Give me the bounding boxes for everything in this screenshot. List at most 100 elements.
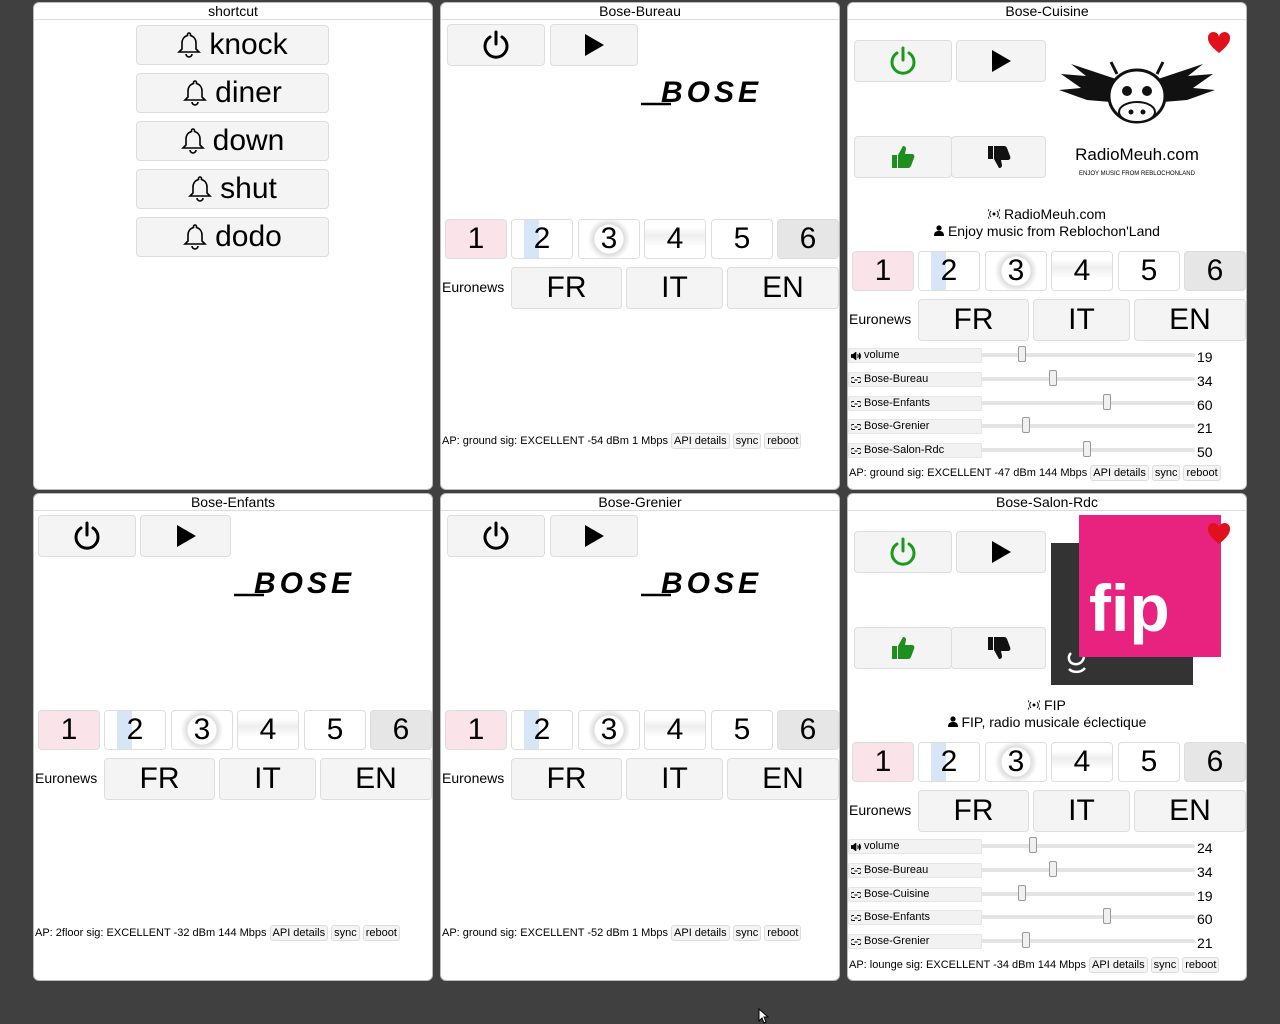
preset-5-button[interactable]: 5 — [711, 219, 773, 259]
power-button[interactable] — [38, 515, 136, 557]
shortcut-shut-button[interactable]: shut — [136, 169, 329, 209]
preset-3-button[interactable]: 3 — [985, 742, 1047, 782]
preset-4-button[interactable]: 4 — [1051, 251, 1113, 291]
preset-3-button[interactable]: 3 — [578, 710, 640, 750]
preset-4-button[interactable]: 4 — [237, 710, 299, 750]
like-button[interactable] — [854, 136, 952, 178]
preset-1-button[interactable]: 1 — [852, 742, 914, 782]
slider-thumb[interactable] — [1029, 837, 1037, 853]
euronews-it-button[interactable]: IT — [1033, 299, 1130, 341]
euronews-it-button[interactable]: IT — [626, 267, 723, 309]
preset-2-button[interactable]: 2 — [918, 742, 980, 782]
preset-6-button[interactable]: 6 — [370, 710, 432, 750]
power-button[interactable] — [447, 24, 545, 66]
sync-button[interactable]: sync — [1151, 465, 1181, 481]
euronews-en-button[interactable]: EN — [320, 758, 432, 800]
reboot-button[interactable]: reboot — [764, 925, 802, 941]
reboot-button[interactable]: reboot — [764, 433, 802, 449]
zone-volume-slider[interactable] — [981, 908, 1195, 924]
api-details-button[interactable]: API details — [671, 433, 730, 449]
api-details-button[interactable]: API details — [671, 925, 730, 941]
preset-6-button[interactable]: 6 — [777, 710, 839, 750]
play-button[interactable] — [956, 40, 1046, 82]
euronews-fr-button[interactable]: FR — [918, 790, 1029, 832]
preset-4-button[interactable]: 4 — [644, 710, 706, 750]
preset-6-button[interactable]: 6 — [1184, 251, 1246, 291]
volume-slider[interactable] — [981, 346, 1195, 362]
preset-3-button[interactable]: 3 — [171, 710, 233, 750]
preset-1-button[interactable]: 1 — [852, 251, 914, 291]
play-button[interactable] — [140, 515, 231, 557]
euronews-fr-button[interactable]: FR — [918, 299, 1029, 341]
euronews-fr-button[interactable]: FR — [511, 758, 622, 800]
preset-3-button[interactable]: 3 — [578, 219, 640, 259]
slider-thumb[interactable] — [1022, 932, 1030, 948]
favorite-heart-icon[interactable] — [1205, 29, 1233, 57]
zone-volume-slider[interactable] — [981, 417, 1195, 433]
dislike-button[interactable] — [951, 136, 1046, 178]
play-button[interactable] — [956, 531, 1046, 573]
euronews-en-button[interactable]: EN — [727, 758, 839, 800]
sync-button[interactable]: sync — [1150, 957, 1180, 973]
preset-3-button[interactable]: 3 — [985, 251, 1047, 291]
zone-volume-slider[interactable] — [981, 861, 1195, 877]
sync-button[interactable]: sync — [732, 433, 762, 449]
power-button[interactable] — [854, 40, 952, 82]
reboot-button[interactable]: reboot — [1183, 465, 1221, 481]
euronews-it-button[interactable]: IT — [219, 758, 316, 800]
euronews-fr-button[interactable]: FR — [511, 267, 622, 309]
euronews-en-button[interactable]: EN — [727, 267, 839, 309]
play-button[interactable] — [550, 24, 638, 66]
favorite-heart-icon[interactable] — [1205, 520, 1233, 548]
euronews-en-button[interactable]: EN — [1134, 790, 1246, 832]
euronews-it-button[interactable]: IT — [626, 758, 723, 800]
api-details-button[interactable]: API details — [1089, 957, 1148, 973]
power-button[interactable] — [447, 515, 545, 557]
sync-button[interactable]: sync — [732, 925, 762, 941]
slider-thumb[interactable] — [1022, 417, 1030, 433]
shortcut-dodo-button[interactable]: dodo — [136, 217, 329, 257]
preset-1-button[interactable]: 1 — [445, 219, 507, 259]
euronews-en-button[interactable]: EN — [1134, 299, 1246, 341]
preset-2-button[interactable]: 2 — [511, 710, 573, 750]
preset-6-button[interactable]: 6 — [1184, 742, 1246, 782]
sync-button[interactable]: sync — [331, 925, 360, 941]
slider-thumb[interactable] — [1083, 441, 1091, 457]
slider-thumb[interactable] — [1018, 346, 1026, 362]
reboot-button[interactable]: reboot — [362, 925, 400, 941]
preset-2-button[interactable]: 2 — [511, 219, 573, 259]
preset-1-button[interactable]: 1 — [445, 710, 507, 750]
preset-5-button[interactable]: 5 — [304, 710, 366, 750]
preset-1-button[interactable]: 1 — [38, 710, 100, 750]
dislike-button[interactable] — [951, 627, 1046, 669]
reboot-button[interactable]: reboot — [1182, 957, 1220, 973]
volume-slider[interactable] — [981, 837, 1195, 853]
zone-volume-slider[interactable] — [981, 932, 1195, 948]
preset-5-button[interactable]: 5 — [711, 710, 773, 750]
api-details-button[interactable]: API details — [1090, 465, 1149, 481]
slider-thumb[interactable] — [1049, 370, 1057, 386]
euronews-it-button[interactable]: IT — [1033, 790, 1130, 832]
preset-4-button[interactable]: 4 — [1051, 742, 1113, 782]
preset-6-button[interactable]: 6 — [777, 219, 839, 259]
zone-volume-slider[interactable] — [981, 370, 1195, 386]
preset-2-button[interactable]: 2 — [104, 710, 166, 750]
preset-2-button[interactable]: 2 — [918, 251, 980, 291]
preset-4-button[interactable]: 4 — [644, 219, 706, 259]
slider-thumb[interactable] — [1103, 394, 1111, 410]
power-button[interactable] — [854, 531, 952, 573]
preset-5-button[interactable]: 5 — [1118, 251, 1180, 291]
zone-volume-slider[interactable] — [981, 441, 1195, 457]
zone-volume-slider[interactable] — [981, 394, 1195, 410]
play-button[interactable] — [550, 515, 638, 557]
shortcut-down-button[interactable]: down — [136, 121, 329, 161]
shortcut-diner-button[interactable]: diner — [136, 73, 329, 113]
slider-thumb[interactable] — [1103, 908, 1111, 924]
zone-volume-slider[interactable] — [981, 885, 1195, 901]
shortcut-knock-button[interactable]: knock — [136, 25, 329, 65]
api-details-button[interactable]: API details — [269, 925, 329, 941]
euronews-fr-button[interactable]: FR — [104, 758, 215, 800]
slider-thumb[interactable] — [1049, 861, 1057, 877]
preset-5-button[interactable]: 5 — [1118, 742, 1180, 782]
slider-thumb[interactable] — [1018, 885, 1026, 901]
